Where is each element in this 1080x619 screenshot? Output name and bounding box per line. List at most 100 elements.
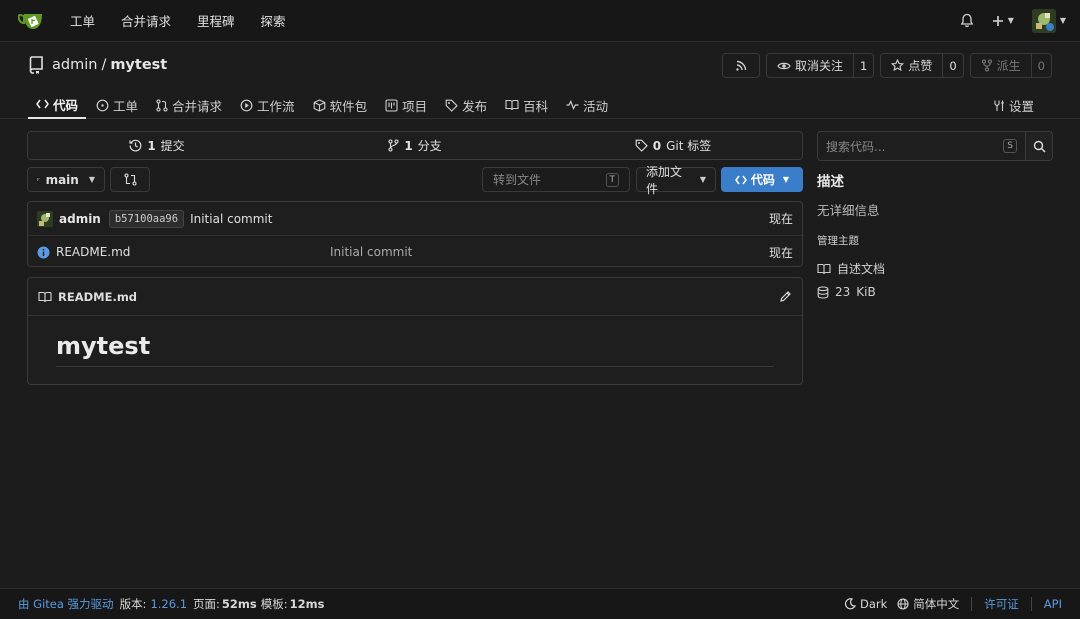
goto-file-shortcut: T [605,172,619,187]
commit-message-link[interactable]: Initial commit [190,212,272,226]
footer-divider [971,597,973,611]
pull-request-icon [156,98,168,112]
issue-icon [96,99,109,111]
tab-pulls[interactable]: 合并请求 [148,87,230,119]
tab-wiki[interactable]: 百科 [497,87,556,119]
readme-header: README.md [28,278,802,316]
page-time-label: 页面: [193,597,220,611]
manage-topics-link[interactable]: 管理主题 [817,233,1053,248]
file-list: admin b57100aa96 Initial commit 现在 READM… [27,201,803,267]
chevron-down-icon: ▼ [1059,16,1066,25]
code-button-label: 代码 [750,173,775,187]
branch-name: main [45,172,79,187]
theme-label: Dark [860,597,888,611]
repo-sidebar: 描述 无详细信息 管理主题 自述文档 23 KiB [817,170,1053,307]
search-icon [1033,140,1046,153]
readme-link[interactable]: 自述文档 [817,260,1053,277]
commit-author-link[interactable]: admin [59,212,101,226]
tab-activity-label: 活动 [583,98,609,114]
nav-explore[interactable]: 探索 [261,11,286,30]
chevron-down-icon: ▼ [1007,16,1014,25]
repo-size-value: 23 [835,285,851,299]
theme-selector[interactable]: Dark [844,597,887,611]
tab-releases[interactable]: 发布 [437,87,495,119]
api-link[interactable]: API [1044,597,1062,611]
rss-button[interactable] [721,53,760,78]
code-search: 搜索代码... S [817,131,1053,161]
repo-icon [28,56,44,74]
book-icon [38,291,52,302]
tab-issues-label: 工单 [113,98,139,114]
branches-stat[interactable]: 1 分支 [286,137,544,154]
star-button[interactable]: 点赞 0 [880,53,964,78]
tab-activity[interactable]: 活动 [558,87,616,119]
readme-filename[interactable]: README.md [58,290,137,304]
page-time: 52ms [221,597,257,611]
goto-file-input[interactable]: 转到文件 T [482,167,630,192]
bell-icon[interactable] [960,13,974,28]
database-icon [817,285,829,299]
fork-button[interactable]: 派生 0 [969,53,1052,78]
search-shortcut: S [1003,139,1017,153]
file-row: README.md Initial commit 现在 [28,235,802,268]
fork-count[interactable]: 0 [1030,54,1051,77]
repo-owner-link[interactable]: admin [52,57,97,73]
repo-size-unit: KiB [856,285,876,299]
nav-issues[interactable]: 工单 [70,11,95,30]
tab-packages[interactable]: 软件包 [305,87,376,119]
commit-time: 现在 [768,212,793,226]
tab-packages-label: 软件包 [329,98,368,114]
version-link[interactable]: 1.26.1 [150,597,187,611]
readme-heading: mytest [56,332,774,367]
compare-icon [123,173,137,186]
moon-icon [844,598,856,610]
pencil-icon[interactable] [779,290,792,303]
pulse-icon [566,100,579,110]
repo-description: 无详细信息 [817,203,880,218]
clone-code-button[interactable]: 代码 ▼ [721,167,803,192]
tab-settings[interactable]: 设置 [985,87,1042,119]
commits-stat[interactable]: 1 提交 [28,137,286,154]
star-count[interactable]: 0 [942,54,962,77]
tab-actions[interactable]: 工作流 [232,87,303,119]
watch-count[interactable]: 1 [852,54,873,77]
repo-name-link[interactable]: mytest [110,57,167,73]
user-menu-button[interactable]: ▼ [1031,8,1066,33]
project-icon [385,98,398,112]
page-footer: 由 Gitea 强力驱动 版本: 1.26.1 页面: 52ms 模板: 12m… [0,588,1080,619]
commit-sha-link[interactable]: b57100aa96 [108,209,185,228]
tags-count: 0 [652,138,662,153]
tab-settings-label: 设置 [1008,98,1034,114]
gitea-logo-icon[interactable] [18,9,48,33]
plus-icon [992,15,1003,26]
chevron-down-icon: ▼ [782,175,790,184]
latest-commit-row: admin b57100aa96 Initial commit 现在 [28,202,802,235]
search-input[interactable]: 搜索代码... S [817,131,1025,161]
tab-projects[interactable]: 项目 [377,87,435,119]
tags-stat[interactable]: 0 Git 标签 [544,137,802,154]
tab-code[interactable]: 代码 [28,87,87,119]
tab-issues[interactable]: 工单 [88,87,146,119]
tag-icon [635,139,648,152]
search-button[interactable] [1025,131,1053,161]
file-commit-message-link[interactable]: Initial commit [330,245,412,259]
add-file-button[interactable]: 添加文件 ▼ [636,165,716,196]
branch-selector[interactable]: main ▼ [27,167,105,192]
nav-milestones[interactable]: 里程碑 [197,11,235,30]
avatar[interactable] [37,210,53,227]
readme-content: mytest [28,316,802,367]
powered-by-link[interactable]: 由 Gitea 强力驱动 [18,596,114,612]
watch-button[interactable]: 取消关注 1 [765,53,875,78]
tab-actions-label: 工作流 [257,98,295,114]
compare-button[interactable] [110,167,150,192]
language-selector[interactable]: 简体中文 [897,596,959,612]
create-new-button[interactable]: ▼ [992,15,1014,27]
nav-pulls[interactable]: 合并请求 [121,11,171,30]
search-placeholder: 搜索代码... [826,139,886,154]
repo-header: admin / mytest 取消关注 1 点赞 0 派生 0 代码 工单 合并… [0,42,1080,119]
tags-label: Git 标签 [666,139,712,153]
file-name-link[interactable]: README.md [56,245,130,259]
add-file-label: 添加文件 [646,164,683,196]
license-link[interactable]: 许可证 [984,596,1019,612]
footer-divider [1030,597,1032,611]
